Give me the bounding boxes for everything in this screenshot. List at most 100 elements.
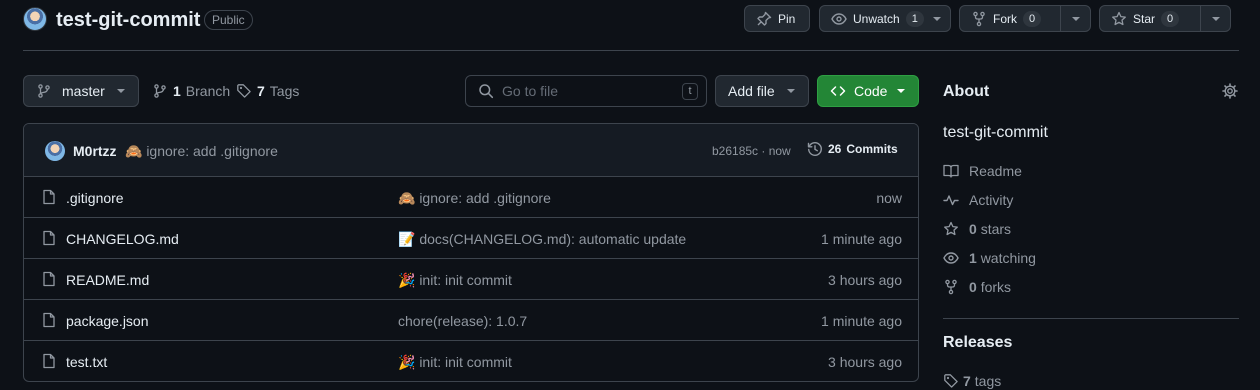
code-button[interactable]: Code	[817, 75, 919, 107]
tags-count: 7	[257, 83, 265, 99]
star-dropdown[interactable]	[1200, 6, 1230, 31]
fork-button[interactable]: Fork 0	[960, 6, 1060, 31]
star-button[interactable]: Star 0	[1100, 6, 1200, 31]
file-commit-message[interactable]: 🎉 init: init commit	[398, 272, 512, 289]
go-to-file-search[interactable]: t	[465, 75, 707, 107]
pulse-icon	[943, 195, 959, 206]
star-counter: 0	[1161, 10, 1180, 27]
tags-link[interactable]: 7 Tags	[236, 83, 299, 99]
release-tags-label: tags	[974, 373, 1002, 389]
eye-icon	[831, 12, 847, 25]
pin-icon	[757, 11, 772, 26]
file-name[interactable]: CHANGELOG.md	[66, 231, 179, 247]
file-icon	[43, 312, 55, 328]
file-name[interactable]: package.json	[66, 313, 149, 329]
file-row[interactable]: README.md 🎉 init: init commit 3 hours ag…	[24, 259, 918, 300]
fork-button-group: Fork 0	[959, 5, 1091, 32]
commit-hash-time[interactable]: b26185c · now	[712, 144, 791, 158]
file-commit-time: 3 hours ago	[828, 354, 902, 370]
author-avatar[interactable]	[45, 141, 65, 161]
tag-icon	[237, 84, 251, 98]
go-to-file-input[interactable]	[502, 83, 672, 99]
tag-icon	[944, 374, 958, 388]
file-name[interactable]: README.md	[66, 272, 149, 288]
header-divider	[23, 50, 1239, 51]
fork-label: Fork	[993, 11, 1017, 26]
commits-history-link[interactable]: 26 Commits	[807, 141, 898, 157]
file-icon	[43, 353, 55, 369]
file-commit-message[interactable]: 🎉 init: init commit	[398, 354, 512, 371]
activity-label: Activity	[969, 192, 1014, 208]
about-heading: About	[943, 83, 990, 100]
release-tags-link[interactable]: 7 tags	[943, 373, 1001, 389]
keyboard-shortcut-hint: t	[682, 83, 698, 100]
sidebar-divider	[943, 318, 1239, 319]
forks-link[interactable]: 0 forks	[943, 279, 1011, 295]
star-icon	[944, 221, 958, 236]
file-commit-message[interactable]: 📝 docs(CHANGELOG.md): automatic update	[398, 231, 686, 248]
eye-icon	[943, 252, 959, 264]
owner-avatar[interactable]	[23, 7, 47, 31]
file-name[interactable]: .gitignore	[66, 190, 124, 206]
star-button-group: Star 0	[1099, 5, 1231, 32]
file-row[interactable]: package.json chore(release): 1.0.7 1 min…	[24, 300, 918, 341]
code-label: Code	[854, 83, 888, 99]
watch-counter: 1	[905, 10, 924, 27]
watching-label: watching	[980, 250, 1036, 266]
star-icon	[1112, 11, 1126, 25]
gear-icon[interactable]	[1222, 83, 1238, 99]
branches-count: 1	[173, 83, 181, 99]
unwatch-button[interactable]: Unwatch 1	[819, 5, 951, 32]
file-row[interactable]: test.txt 🎉 init: init commit 3 hours ago	[24, 341, 918, 381]
fork-icon	[945, 279, 957, 295]
file-row[interactable]: CHANGELOG.md 📝 docs(CHANGELOG.md): autom…	[24, 218, 918, 259]
stars-count: 0	[969, 221, 977, 237]
commit-message[interactable]: 🙈 ignore: add .gitignore	[125, 143, 278, 160]
file-commit-time: now	[876, 190, 902, 206]
readme-link[interactable]: Readme	[943, 163, 1022, 179]
add-file-button[interactable]: Add file	[715, 75, 809, 107]
watching-link[interactable]: 1 watching	[943, 250, 1036, 266]
pin-label: Pin	[778, 11, 796, 26]
commit-author[interactable]: M0rtzz	[73, 143, 117, 159]
repo-name[interactable]: test-git-commit	[56, 8, 200, 32]
file-icon	[43, 230, 55, 246]
forks-count: 0	[969, 279, 977, 295]
tags-label: Tags	[269, 83, 300, 99]
fork-dropdown[interactable]	[1060, 6, 1090, 31]
file-icon	[43, 189, 55, 205]
visibility-badge: Public	[204, 10, 253, 30]
branch-icon	[154, 84, 166, 98]
triangle-down-icon	[932, 16, 941, 21]
book-icon	[943, 164, 959, 178]
readme-label: Readme	[969, 163, 1022, 179]
commits-label: Commits	[846, 142, 898, 156]
file-name[interactable]: test.txt	[66, 354, 107, 370]
code-icon	[830, 86, 846, 96]
file-row[interactable]: .gitignore 🙈 ignore: add .gitignore now	[24, 177, 918, 218]
forks-label: forks	[980, 279, 1012, 295]
pin-button[interactable]: Pin	[744, 5, 810, 32]
branches-link[interactable]: 1 Branch	[152, 83, 230, 99]
branches-label: Branch	[185, 83, 231, 99]
repo-header: test-git-commit Public Pin Unwatch 1 For…	[0, 0, 1260, 51]
file-commit-message[interactable]: 🙈 ignore: add .gitignore	[398, 190, 551, 207]
repo-description: test-git-commit	[943, 124, 1048, 141]
branch-selector[interactable]: master	[23, 75, 139, 107]
unwatch-dropdown[interactable]	[932, 16, 950, 22]
stars-link[interactable]: 0 stars	[943, 221, 1011, 237]
file-commit-message[interactable]: chore(release): 1.0.7	[398, 313, 527, 329]
triangle-down-icon	[1211, 16, 1220, 21]
watching-count: 1	[969, 250, 977, 266]
triangle-down-icon	[787, 89, 795, 93]
triangle-down-icon	[897, 89, 905, 93]
releases-heading[interactable]: Releases	[943, 334, 1012, 352]
triangle-down-icon	[117, 89, 125, 93]
activity-link[interactable]: Activity	[943, 192, 1013, 208]
fork-icon	[973, 11, 985, 26]
file-icon	[43, 271, 55, 287]
release-tags-count: 7	[963, 373, 971, 389]
file-commit-time: 1 minute ago	[821, 313, 902, 329]
unwatch-label: Unwatch	[853, 11, 900, 26]
stars-label: stars	[980, 221, 1012, 237]
